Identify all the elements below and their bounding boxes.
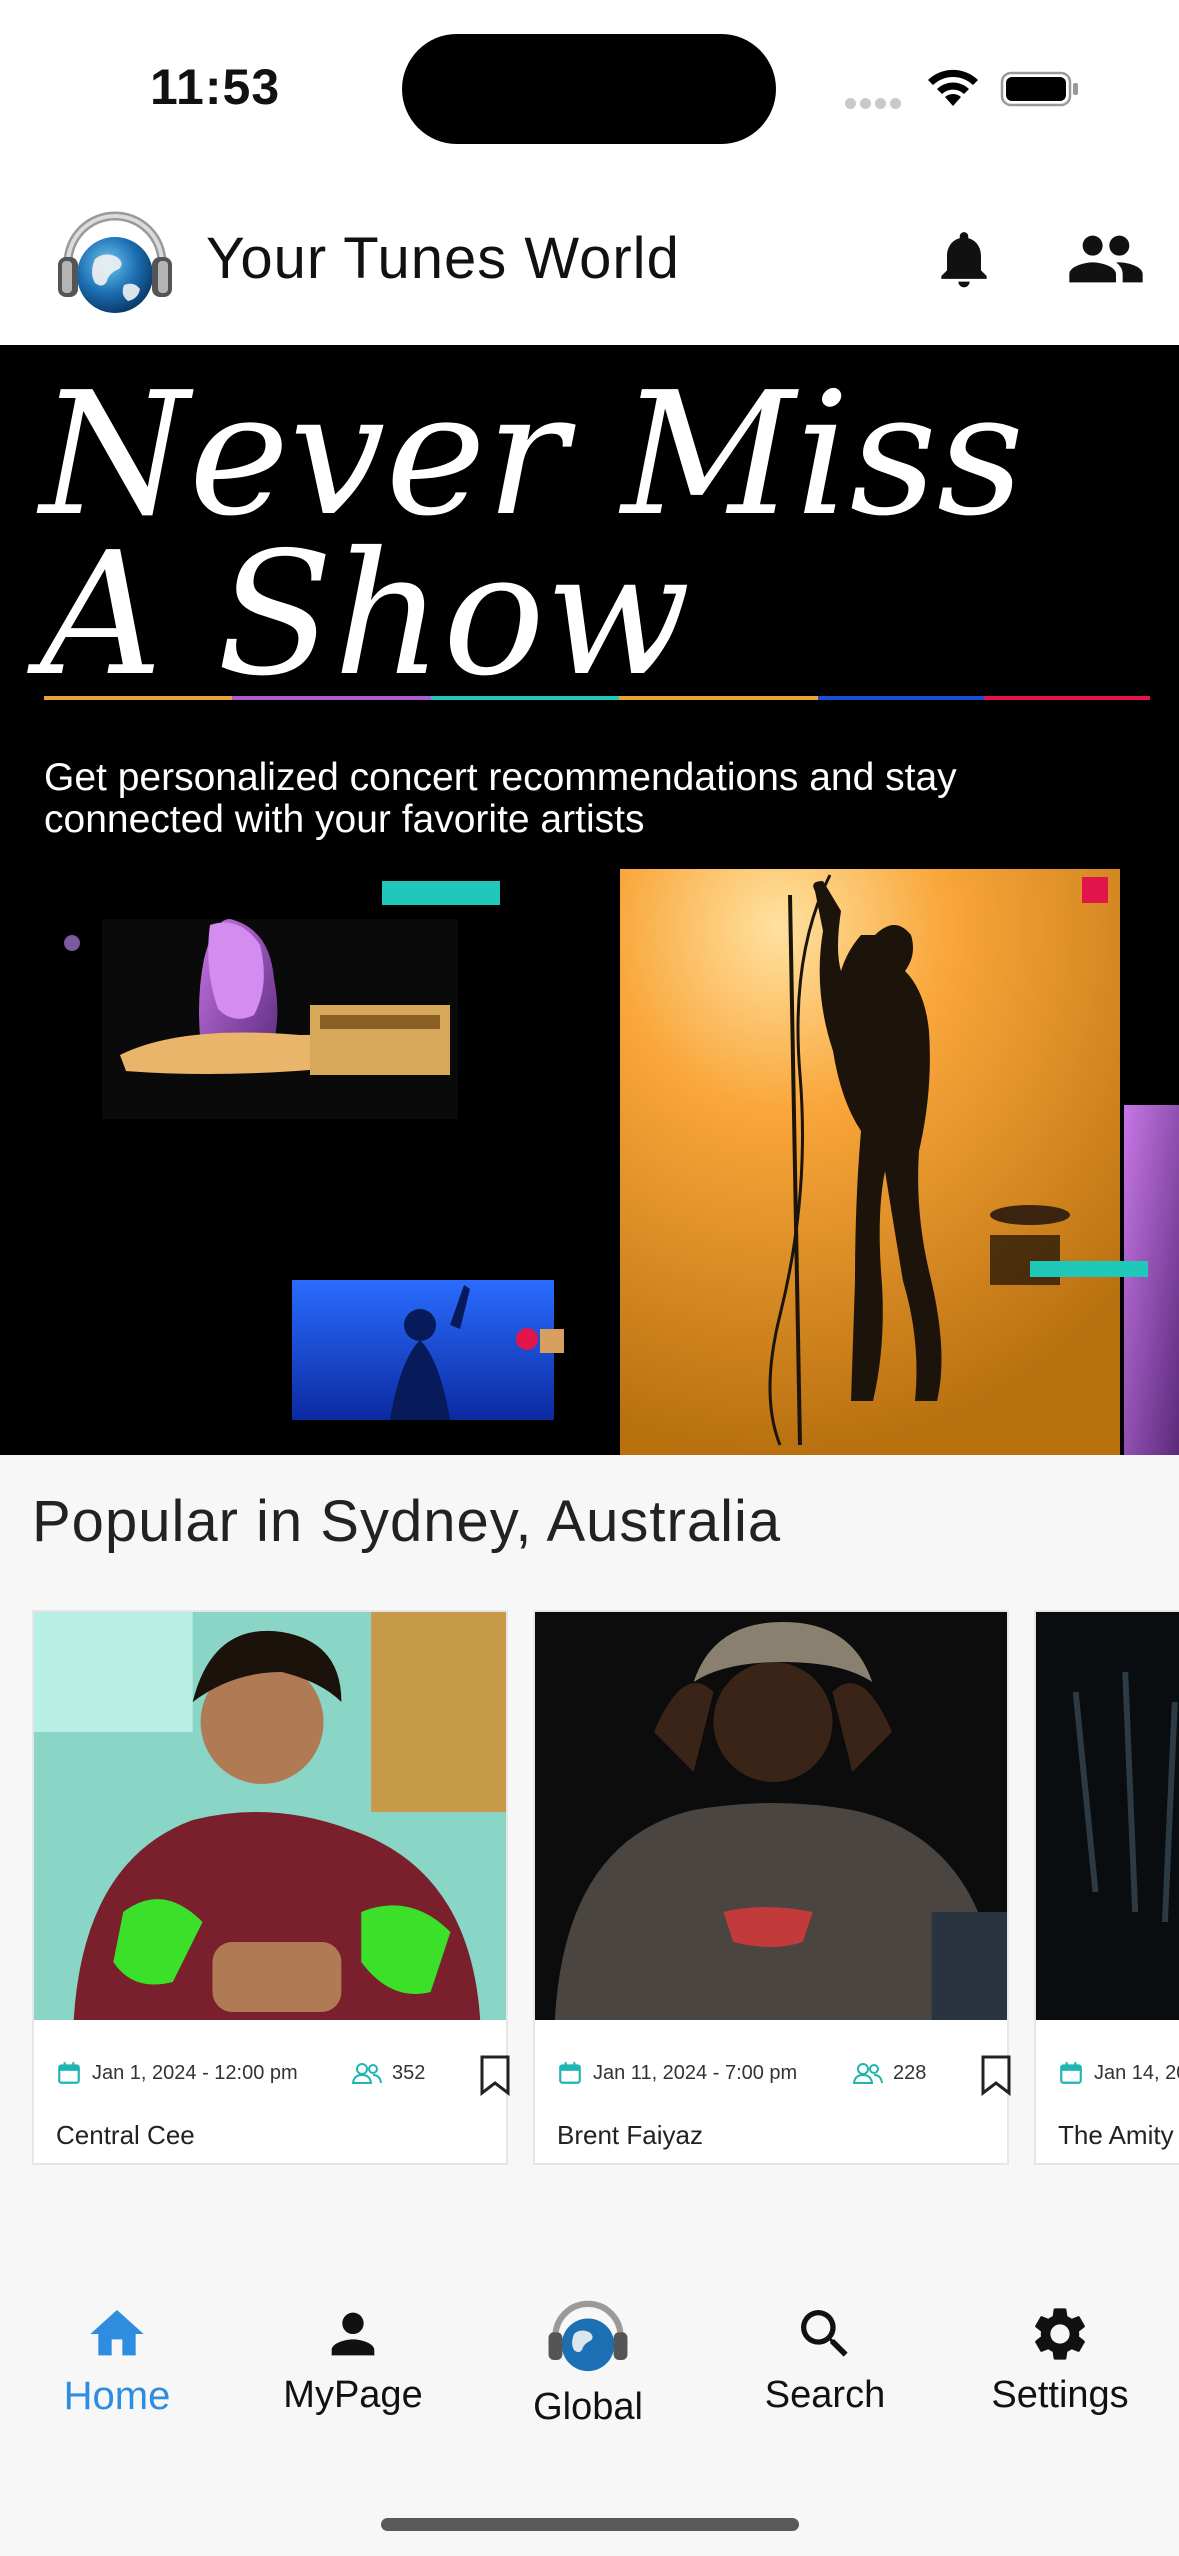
app-header: Your Tunes World (0, 175, 1179, 345)
attendees-icon (853, 2063, 883, 2084)
tab-search-label: Search (764, 2374, 886, 2416)
status-time: 11:53 (150, 59, 281, 115)
bell-icon[interactable] (930, 225, 998, 293)
tab-mypage-label: MyPage (283, 2374, 423, 2416)
calendar-icon (58, 2062, 80, 2084)
dynamic-island (402, 34, 776, 144)
hero-divider (44, 696, 1150, 700)
bookmark-icon[interactable] (478, 2054, 512, 2096)
app-title: Your Tunes World (206, 226, 680, 291)
home-indicator[interactable] (381, 2518, 799, 2531)
attendees-icon (352, 2063, 382, 2084)
hero-title-line1: Never Miss (40, 356, 1025, 554)
people-icon[interactable] (1066, 227, 1146, 291)
event-attendees: 228 (893, 2062, 927, 2084)
battery-icon (1000, 71, 1078, 107)
hero-title: Never Miss A Show (40, 356, 1025, 714)
hero-subtitle: Get personalized concert recommendations… (44, 756, 957, 841)
bookmark-icon[interactable] (979, 2054, 1013, 2096)
event-meta: Jan 11, 2024 - 7:00 pm 228 (557, 2054, 1011, 2096)
tab-search[interactable]: Search (725, 2302, 925, 2472)
tab-home[interactable]: Home (17, 2302, 217, 2472)
gear-icon (1035, 2308, 1085, 2360)
event-date: Jan 1, 2024 - 12:00 pm (92, 2062, 298, 2084)
event-card[interactable]: Jan 14, 20 The Amity (1034, 1610, 1179, 2165)
bottom-tab-bar: Home MyPage Global Search Settings (0, 2272, 1179, 2556)
home-icon (90, 2310, 144, 2356)
event-name: The Amity (1058, 2120, 1174, 2150)
section-title: Popular in Sydney, Australia (32, 1489, 782, 1554)
event-name: Brent Faiyaz (557, 2120, 703, 2150)
tab-settings-label: Settings (991, 2374, 1129, 2416)
tab-global-label: Global (533, 2386, 643, 2428)
event-meta: Jan 14, 20 (1058, 2054, 1179, 2094)
tab-settings[interactable]: Settings (960, 2302, 1160, 2472)
globe-headphones-icon (548, 2300, 628, 2372)
search-icon (801, 2310, 848, 2357)
wifi-icon (928, 69, 978, 106)
tab-home-label: Home (63, 2374, 171, 2418)
hero-title-line2: A Show (40, 516, 691, 714)
event-attendees: 352 (392, 2062, 426, 2084)
cellular-signal-icon (845, 96, 905, 109)
hero-concert-collage (64, 869, 1179, 1455)
event-image (1036, 1612, 1179, 2020)
event-card[interactable]: Jan 1, 2024 - 12:00 pm 352 Central Cee (32, 1610, 510, 2165)
calendar-icon (1060, 2062, 1082, 2084)
event-date: Jan 11, 2024 - 7:00 pm (593, 2062, 798, 2084)
person-icon (331, 2312, 375, 2356)
event-image (535, 1612, 1007, 2020)
event-card-carousel[interactable]: Jan 1, 2024 - 12:00 pm 352 Central Cee J… (0, 1610, 1179, 2165)
hero-banner[interactable]: Never Miss A Show Get personalized conce… (0, 345, 1179, 1455)
event-date: Jan 14, 20 (1094, 2062, 1179, 2084)
event-name: Central Cee (56, 2120, 195, 2150)
event-image (34, 1612, 506, 2020)
app-logo (58, 211, 172, 313)
event-meta: Jan 1, 2024 - 12:00 pm 352 (56, 2054, 510, 2096)
calendar-icon (559, 2062, 581, 2084)
event-card[interactable]: Jan 11, 2024 - 7:00 pm 228 Brent Faiyaz (533, 1610, 1011, 2165)
status-bar: 11:53 (0, 0, 1179, 175)
tab-global[interactable]: Global (488, 2300, 688, 2472)
tab-mypage[interactable]: MyPage (253, 2302, 453, 2472)
